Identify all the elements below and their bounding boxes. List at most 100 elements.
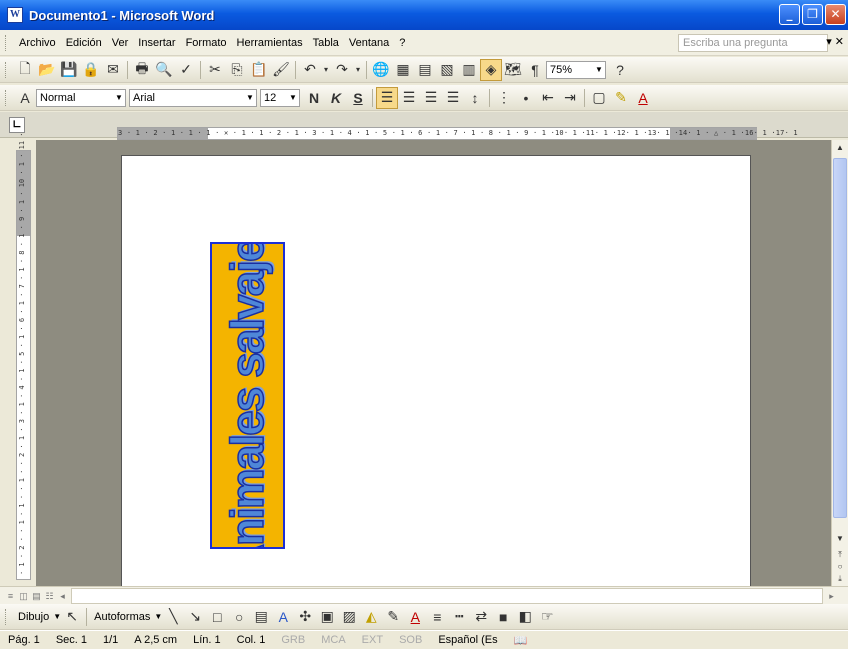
status-ext[interactable]: EXT: [354, 634, 391, 646]
toolbar-grip[interactable]: [5, 89, 8, 106]
tab-selector-button[interactable]: ∟: [9, 117, 25, 133]
redo-icon[interactable]: ↷: [331, 59, 353, 81]
web-view-icon[interactable]: ◫: [17, 590, 30, 602]
scroll-down-icon[interactable]: ▼: [833, 532, 847, 546]
menu-herramientas[interactable]: Herramientas: [232, 37, 308, 49]
spelling-icon[interactable]: ✓: [175, 59, 197, 81]
increase-indent-icon[interactable]: ⇥: [559, 87, 581, 109]
3d-style-icon[interactable]: ◧: [514, 606, 536, 628]
outline-view-icon[interactable]: ☷: [43, 590, 56, 602]
undo-icon[interactable]: ↶: [299, 59, 321, 81]
font-color-icon[interactable]: A: [404, 606, 426, 628]
open-icon[interactable]: 📂: [36, 59, 58, 81]
toolbar-grip[interactable]: [5, 61, 8, 78]
scroll-up-icon[interactable]: ▲: [833, 141, 847, 155]
research-icon[interactable]: ✉: [102, 59, 124, 81]
toolbar-grip[interactable]: [5, 608, 8, 625]
ask-question-input[interactable]: Escriba una pregunta: [678, 34, 828, 52]
paste-icon[interactable]: 📋: [248, 59, 270, 81]
diagram-icon[interactable]: ✣: [294, 606, 316, 628]
italic-button[interactable]: K: [325, 87, 347, 109]
font-color-icon[interactable]: A: [632, 87, 654, 109]
cut-icon[interactable]: ✂: [204, 59, 226, 81]
text-box-icon[interactable]: ▤: [250, 606, 272, 628]
status-mca[interactable]: MCA: [313, 634, 353, 646]
next-page-icon[interactable]: ⤓: [833, 572, 847, 586]
new-document-icon[interactable]: 🗋: [14, 59, 36, 81]
horizontal-scrollbar[interactable]: [71, 587, 823, 604]
justify-icon[interactable]: ☰: [442, 87, 464, 109]
borders-icon[interactable]: ▢: [588, 87, 610, 109]
undo-dropdown-icon[interactable]: ▾: [321, 59, 331, 81]
vertical-scrollbar[interactable]: ▲ ▼ ⤒ ○ ⤓: [831, 140, 848, 588]
menu-grip[interactable]: [5, 34, 8, 51]
word-app-icon[interactable]: W: [7, 7, 23, 23]
underline-button[interactable]: S: [347, 87, 369, 109]
status-language[interactable]: Español (Es: [430, 634, 505, 646]
pointer-icon[interactable]: ☞: [536, 606, 558, 628]
minimize-button[interactable]: _: [779, 4, 800, 25]
zoom-combo[interactable]: 75% ▼: [546, 60, 606, 79]
reading-view-icon[interactable]: ◂: [56, 590, 69, 602]
menu-help[interactable]: ?: [394, 37, 410, 49]
highlight-icon[interactable]: ✎: [610, 87, 632, 109]
tables-borders-icon[interactable]: ▦: [392, 59, 414, 81]
menu-tabla[interactable]: Tabla: [308, 37, 344, 49]
insert-excel-icon[interactable]: ▧: [436, 59, 458, 81]
save-icon[interactable]: 💾: [58, 59, 80, 81]
copy-icon[interactable]: ⎘: [226, 59, 248, 81]
numbering-icon[interactable]: ⋮: [493, 87, 515, 109]
decrease-indent-icon[interactable]: ⇤: [537, 87, 559, 109]
bold-button[interactable]: N: [303, 87, 325, 109]
vertical-ruler[interactable]: · 1 · 2 · · 1 · 1 · · 1 · · 2 · 1 · 3 · …: [16, 132, 31, 580]
menu-insertar[interactable]: Insertar: [133, 37, 180, 49]
status-sob[interactable]: SOB: [391, 634, 430, 646]
spelling-status-icon[interactable]: 📖: [506, 634, 536, 647]
help-icon[interactable]: ?: [609, 59, 631, 81]
menu-formato[interactable]: Formato: [181, 37, 232, 49]
insert-table-icon[interactable]: ▤: [414, 59, 436, 81]
menu-ver[interactable]: Ver: [107, 37, 134, 49]
line-style-icon[interactable]: ≡: [426, 606, 448, 628]
autoformas-menu-button[interactable]: Autoformas: [90, 611, 154, 623]
align-left-icon[interactable]: ☰: [376, 86, 398, 109]
insert-wordart-icon[interactable]: A: [272, 606, 294, 628]
close-button[interactable]: ✕: [825, 4, 846, 25]
drawing-icon[interactable]: ◈: [480, 58, 502, 81]
scroll-right-icon[interactable]: ▸: [825, 590, 838, 602]
align-center-icon[interactable]: ☰: [398, 87, 420, 109]
arrow-style-icon[interactable]: ⇄: [470, 606, 492, 628]
clipart-icon[interactable]: ▣: [316, 606, 338, 628]
shadow-icon[interactable]: ■: [492, 606, 514, 628]
menu-edicion[interactable]: Edición: [61, 37, 107, 49]
print-layout-icon[interactable]: ▤: [30, 590, 43, 602]
dash-style-icon[interactable]: ┅: [448, 606, 470, 628]
show-hide-icon[interactable]: ¶: [524, 59, 546, 81]
redo-dropdown-icon[interactable]: ▾: [353, 59, 363, 81]
line-spacing-icon[interactable]: ↕: [464, 87, 486, 109]
oval-icon[interactable]: ○: [228, 606, 250, 628]
print-icon[interactable]: 🖶: [131, 59, 153, 81]
select-objects-icon[interactable]: ↖: [61, 606, 83, 628]
status-grb[interactable]: GRB: [273, 634, 313, 646]
format-painter-icon[interactable]: 🖌: [270, 59, 292, 81]
fill-color-icon[interactable]: ◭: [360, 606, 382, 628]
document-map-icon[interactable]: 🗺: [502, 59, 524, 81]
wordart-object[interactable]: Animales salvajes: [210, 242, 285, 549]
hyperlink-icon[interactable]: 🌐: [370, 59, 392, 81]
font-size-combo[interactable]: 12 ▼: [260, 88, 300, 107]
font-combo[interactable]: Arial ▼: [129, 88, 257, 107]
dibujo-menu-button[interactable]: Dibujo: [14, 611, 53, 623]
columns-icon[interactable]: ▥: [458, 59, 480, 81]
print-preview-icon[interactable]: 🔍: [153, 59, 175, 81]
line-icon[interactable]: ╲: [162, 606, 184, 628]
arrow-icon[interactable]: ↘: [184, 606, 206, 628]
menu-ventana[interactable]: Ventana: [344, 37, 394, 49]
document-page[interactable]: Animales salvajes: [121, 155, 751, 588]
align-right-icon[interactable]: ☰: [420, 87, 442, 109]
menu-archivo[interactable]: Archivo: [14, 37, 61, 49]
insert-picture-icon[interactable]: ▨: [338, 606, 360, 628]
normal-view-icon[interactable]: ≡: [4, 590, 17, 602]
style-combo[interactable]: Normal ▼: [36, 88, 126, 107]
bullets-icon[interactable]: •: [515, 87, 537, 109]
